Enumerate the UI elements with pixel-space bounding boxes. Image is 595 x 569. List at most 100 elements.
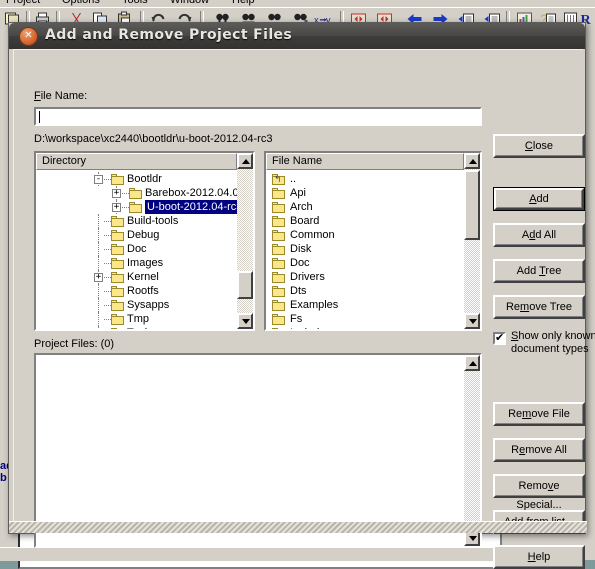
directory-tree-item[interactable]: Doc bbox=[38, 242, 237, 256]
project-files-scroll-up-button[interactable] bbox=[464, 355, 480, 371]
tree-expand-icon[interactable]: + bbox=[94, 273, 103, 282]
directory-tree-item[interactable]: Rootfs bbox=[38, 284, 237, 298]
folder-icon bbox=[111, 286, 124, 297]
directory-tree-item-label: Tmp bbox=[127, 313, 149, 325]
menu-item-window[interactable]: Window bbox=[170, 0, 209, 6]
show-only-known-types-checkbox[interactable] bbox=[493, 331, 506, 345]
dialog-resize-grip[interactable] bbox=[9, 521, 587, 533]
folder-icon bbox=[272, 202, 285, 213]
folder-icon bbox=[272, 286, 285, 297]
directory-tree-item[interactable]: Build-tools bbox=[38, 214, 237, 228]
directory-scroll-thumb[interactable] bbox=[237, 271, 253, 299]
directory-tree-item-label: Rootfs bbox=[127, 285, 159, 297]
file-list-scroll-down-button[interactable] bbox=[464, 313, 480, 329]
directory-tree-item[interactable]: Images bbox=[38, 256, 237, 270]
menu-item-options[interactable]: Options bbox=[62, 0, 100, 6]
dialog-content: File Name: D:\workspace\xc2440\bootldr\u… bbox=[13, 49, 595, 569]
file-list-scroll-up-button[interactable] bbox=[464, 153, 480, 169]
directory-tree-item-label: Tools bbox=[127, 326, 153, 329]
add-tree-button[interactable]: Add Tree bbox=[493, 259, 585, 283]
tree-line bbox=[98, 284, 99, 298]
tree-expand-icon[interactable]: + bbox=[112, 203, 121, 212]
directory-tree-item[interactable]: - Bootldr bbox=[38, 172, 237, 186]
folder-icon bbox=[111, 272, 124, 283]
file-list-item-label: Disk bbox=[290, 243, 312, 255]
file-list-scrollbar[interactable] bbox=[464, 153, 480, 329]
file-list[interactable]: File Name .. Api Arch Board Common Disk Doc Dri… bbox=[264, 151, 482, 331]
add-button-face-inner: Add bbox=[496, 190, 582, 208]
file-list-scroll-thumb[interactable] bbox=[464, 170, 480, 240]
remove-special-button[interactable]: Remove Special... bbox=[493, 474, 585, 511]
menu-item-tools[interactable]: Tools bbox=[122, 0, 148, 6]
close-icon[interactable]: ✕ bbox=[19, 27, 38, 46]
file-list-item[interactable]: Common bbox=[268, 228, 464, 242]
folder-icon bbox=[272, 314, 285, 325]
file-list-item[interactable]: Board bbox=[268, 214, 464, 228]
file-list-item[interactable]: Dts bbox=[268, 284, 464, 298]
directory-scrollbar[interactable] bbox=[237, 153, 253, 329]
menu-bar: Project Options Tools Window Help bbox=[0, 0, 595, 7]
file-list-item[interactable]: Arch bbox=[268, 200, 464, 214]
close-button[interactable]: Close bbox=[493, 134, 585, 158]
current-path-label: D:\workspace\xc2440\bootldr\u-boot-2012.… bbox=[34, 133, 273, 145]
project-files-list[interactable] bbox=[34, 353, 482, 548]
help-button[interactable]: Help bbox=[493, 545, 585, 569]
directory-scroll-down-button[interactable] bbox=[237, 313, 253, 329]
directory-tree-item-label: Bootldr bbox=[127, 173, 162, 185]
directory-tree-items[interactable]: - Bootldr + Barebox-2012.04.0 + U-boot-2012.0… bbox=[38, 172, 237, 329]
add-all-button-face: Add All bbox=[495, 225, 583, 245]
file-list-item[interactable]: Disk bbox=[268, 242, 464, 256]
tree-expand-icon[interactable]: + bbox=[112, 189, 121, 198]
directory-tree[interactable]: Directory - Bootldr + Barebox-2012.04.0 + U-b… bbox=[34, 151, 255, 331]
folder-icon bbox=[129, 188, 142, 199]
remove-file-button-face: Remove File bbox=[495, 404, 583, 424]
remove-all-button-face: Remove All bbox=[495, 440, 583, 460]
file-list-item[interactable]: Doc bbox=[268, 256, 464, 270]
tree-line bbox=[122, 207, 129, 208]
file-list-items[interactable]: .. Api Arch Board Common Disk Doc Drivers Dts Exa… bbox=[268, 172, 464, 329]
directory-tree-item-label: Doc bbox=[127, 243, 147, 255]
file-list-item-label: Dts bbox=[290, 285, 307, 297]
tree-line bbox=[104, 221, 111, 222]
directory-tree-item[interactable]: + U-boot-2012.04-rc3 bbox=[38, 200, 237, 214]
file-list-item-label: Doc bbox=[290, 257, 310, 269]
menu-item-project[interactable]: Project bbox=[6, 0, 40, 6]
project-files-scrollbar[interactable] bbox=[464, 355, 480, 546]
remove-file-button-label: Remove File bbox=[508, 408, 570, 420]
add-all-button[interactable]: Add All bbox=[493, 223, 585, 247]
project-files-label: Project Files: (0) bbox=[34, 338, 115, 350]
file-name-input[interactable] bbox=[34, 107, 482, 126]
directory-column-header: Directory bbox=[36, 153, 237, 170]
tree-collapse-icon[interactable]: - bbox=[94, 175, 103, 184]
file-list-item-label: Board bbox=[290, 215, 320, 227]
directory-tree-item-label: Barebox-2012.04.0 bbox=[145, 187, 237, 199]
file-list-item[interactable]: Fs bbox=[268, 312, 464, 326]
file-list-item-label: Include bbox=[290, 326, 325, 329]
remove-file-button[interactable]: Remove File bbox=[493, 402, 585, 426]
project-files-items[interactable] bbox=[38, 357, 464, 544]
file-list-item[interactable]: Drivers bbox=[268, 270, 464, 284]
add-button[interactable]: Add bbox=[493, 187, 585, 211]
file-list-item[interactable]: Api bbox=[268, 186, 464, 200]
tree-line bbox=[104, 277, 111, 278]
menu-item-help[interactable]: Help bbox=[232, 0, 255, 6]
remove-all-button[interactable]: Remove All bbox=[493, 438, 585, 462]
tree-line bbox=[98, 312, 99, 326]
tree-line bbox=[98, 242, 99, 256]
tree-line bbox=[98, 326, 99, 329]
file-list-item[interactable]: Examples bbox=[268, 298, 464, 312]
text-cursor bbox=[39, 111, 40, 123]
file-list-item[interactable]: Include bbox=[268, 326, 464, 329]
folder-icon bbox=[272, 328, 285, 329]
remove-tree-button[interactable]: Remove Tree bbox=[493, 295, 585, 319]
directory-tree-item[interactable]: + Barebox-2012.04.0 bbox=[38, 186, 237, 200]
tree-line bbox=[104, 249, 111, 250]
directory-scroll-up-button[interactable] bbox=[237, 153, 253, 169]
directory-tree-item[interactable]: Tmp bbox=[38, 312, 237, 326]
directory-tree-item[interactable]: Tools bbox=[38, 326, 237, 329]
directory-tree-item[interactable]: Sysapps bbox=[38, 298, 237, 312]
directory-tree-item[interactable]: + Kernel bbox=[38, 270, 237, 284]
directory-tree-item[interactable]: Debug bbox=[38, 228, 237, 242]
background-status-bar bbox=[0, 547, 520, 561]
file-list-item[interactable]: .. bbox=[268, 172, 464, 186]
